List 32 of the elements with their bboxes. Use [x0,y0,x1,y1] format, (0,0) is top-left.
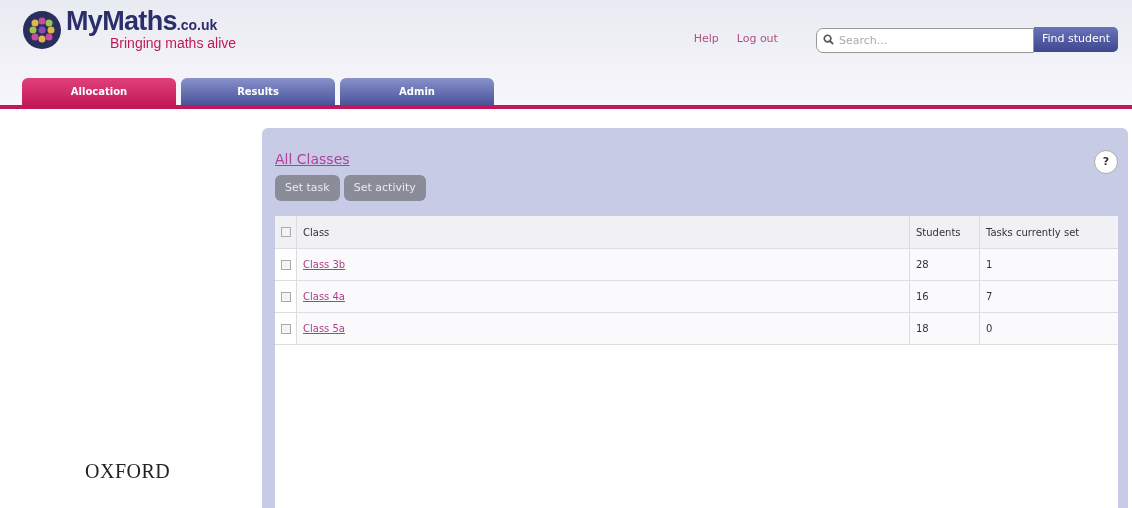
checkbox[interactable] [280,227,291,237]
logo-icon [22,10,62,51]
class-link[interactable]: Class 4a [303,289,345,304]
table-cell-text: 28 [916,258,929,272]
all-classes-link[interactable]: All Classes [275,148,350,170]
table-cell-text: 0 [986,322,993,336]
checkbox[interactable] [280,259,291,270]
table-cell-text: 7 [986,290,993,304]
checkbox[interactable] [280,291,291,302]
tab[interactable]: Allocation [22,78,176,105]
action-button[interactable]: Set activity [343,175,426,201]
column-header: Class [303,225,330,240]
find-student-button[interactable]: Find student [1033,27,1118,52]
help-button[interactable]: ? [1094,150,1118,174]
action-button[interactable]: Set task [275,175,340,201]
tab[interactable]: Results [181,78,335,105]
oxford-wordmark: OXFORD [85,459,172,484]
header-link[interactable]: Help [693,31,719,48]
tab[interactable]: Admin [340,78,494,105]
table-cell-text: 1 [986,258,993,272]
column-header: Students [916,225,961,240]
class-link[interactable]: Class 3b [303,257,346,272]
header-link[interactable]: Log out [736,31,778,48]
search-icon [822,34,834,45]
class-link[interactable]: Class 5a [303,321,345,336]
tagline: Bringing maths alive [110,35,237,53]
table-cell-text: 16 [916,290,929,304]
column-header: Tasks currently set [986,225,1080,240]
logo-domain: .co.uk [176,18,218,32]
checkbox[interactable] [280,323,291,334]
search-field[interactable]: Search... [815,28,1034,53]
table-cell-text: 18 [916,322,929,336]
